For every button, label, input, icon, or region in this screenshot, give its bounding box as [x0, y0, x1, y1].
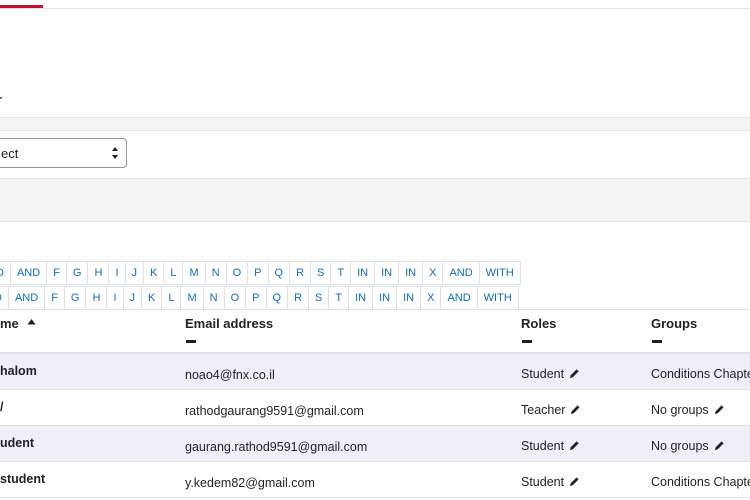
filter-band [0, 117, 750, 131]
tab-divider [0, 8, 750, 9]
initials-band [0, 178, 750, 222]
initial-filter-link[interactable]: AND [7, 286, 46, 310]
table-row: student y.kedem82@gmail.com Student Cond… [0, 462, 750, 498]
initial-filter-link[interactable]: K [143, 261, 165, 285]
table-row: udent gaurang.rathod9591@gmail.com Stude… [0, 426, 750, 462]
participant-groups: No groups [651, 439, 725, 453]
initial-filter-link[interactable]: F [46, 261, 67, 285]
table-row: halom noao4@fnx.co.il Student Conditions… [0, 354, 750, 390]
initial-filter-link[interactable]: P [245, 286, 267, 310]
participant-role: Student [521, 475, 580, 489]
select-arrows-icon [112, 147, 118, 159]
initial-filter-link[interactable]: IN [396, 286, 422, 310]
table-row: / rathodgaurang9591@gmail.com Teacher No… [0, 390, 750, 426]
initial-filter-link[interactable]: I [106, 286, 124, 310]
sort-none-icon[interactable] [652, 340, 662, 343]
initial-filter-link[interactable]: IN [372, 286, 398, 310]
header-groups[interactable]: Groups [651, 316, 697, 331]
header-name[interactable]: me [0, 316, 36, 331]
last-name-initials-bar: DANDFGHIJKLMNOPQRSTINININXANDWITH [0, 286, 519, 310]
initial-filter-link[interactable]: T [330, 261, 352, 285]
initial-filter-link[interactable]: M [182, 261, 206, 285]
initial-filter-link[interactable]: AND [440, 286, 478, 310]
participant-groups: No groups [651, 403, 725, 417]
initial-filter-link[interactable]: K [141, 286, 163, 310]
initial-filter-link[interactable]: T [328, 286, 350, 310]
pencil-icon[interactable] [569, 440, 580, 451]
pencil-icon[interactable] [714, 404, 725, 415]
initial-filter-link[interactable]: M [180, 286, 204, 310]
sort-none-icon[interactable] [522, 340, 532, 343]
initial-filter-link[interactable]: L [163, 261, 184, 285]
participant-email: gaurang.rathod9591@gmail.com [185, 440, 368, 454]
initial-filter-link[interactable]: H [87, 261, 110, 285]
filter-select[interactable]: ect [0, 138, 127, 168]
header-email[interactable]: Email address [185, 316, 273, 331]
sort-none-icon[interactable] [186, 340, 196, 343]
first-name-initials-bar: DANDFGHIJKLMNOPQRSTINININXANDWITH [0, 261, 521, 285]
initial-filter-link[interactable]: IN [350, 261, 376, 285]
participant-name[interactable]: / [0, 400, 3, 414]
filter-select-value: ect [1, 146, 19, 161]
initial-filter-link[interactable]: Q [265, 286, 289, 310]
initial-filter-link[interactable]: J [124, 261, 144, 285]
participant-email: y.kedem82@gmail.com [185, 476, 315, 490]
pencil-icon[interactable] [714, 440, 725, 451]
participant-name[interactable]: student [0, 472, 45, 486]
truncated-text-fragment [0, 97, 2, 99]
initial-filter-link[interactable]: H [85, 286, 108, 310]
participant-role: Student [521, 367, 580, 381]
initial-filter-link[interactable]: I [108, 261, 126, 285]
participant-name[interactable]: udent [0, 436, 34, 450]
header-roles[interactable]: Roles [521, 316, 556, 331]
initial-filter-link[interactable]: F [44, 286, 65, 310]
initial-filter-link[interactable]: P [247, 261, 269, 285]
participant-email: rathodgaurang9591@gmail.com [185, 404, 364, 418]
initial-filter-link[interactable]: G [65, 261, 89, 285]
initial-filter-link[interactable]: AND [9, 261, 48, 285]
participant-groups: Conditions Chapte [651, 367, 750, 381]
initial-filter-link[interactable]: IN [348, 286, 374, 310]
initial-filter-link[interactable]: IN [398, 261, 424, 285]
participant-name[interactable]: halom [0, 364, 37, 378]
initial-filter-link[interactable]: S [308, 286, 330, 310]
initial-filter-link[interactable]: O [225, 261, 249, 285]
initial-filter-link[interactable]: N [204, 261, 227, 285]
initial-filter-link[interactable]: AND [442, 261, 480, 285]
initial-filter-link[interactable]: L [161, 286, 182, 310]
initial-filter-link[interactable]: O [223, 286, 247, 310]
initial-filter-link[interactable]: X [422, 261, 444, 285]
pencil-icon[interactable] [569, 476, 580, 487]
initial-filter-link[interactable]: R [289, 261, 312, 285]
table-header: me Email address Roles Groups [0, 309, 750, 354]
sort-asc-icon [27, 319, 36, 325]
initial-filter-link[interactable]: WITH [476, 286, 519, 310]
participant-groups: Conditions Chapte [651, 475, 750, 489]
initial-filter-link[interactable]: R [287, 286, 310, 310]
initial-filter-link[interactable]: WITH [478, 261, 521, 285]
initial-filter-link[interactable]: G [63, 286, 87, 310]
initial-filter-link[interactable]: S [310, 261, 332, 285]
pencil-icon[interactable] [570, 404, 581, 415]
initial-filter-link[interactable]: J [122, 286, 142, 310]
pencil-icon[interactable] [569, 368, 580, 379]
participant-role: Student [521, 439, 580, 453]
participant-email: noao4@fnx.co.il [185, 368, 275, 382]
initial-filter-link[interactable]: IN [374, 261, 400, 285]
initial-filter-link[interactable]: X [420, 286, 442, 310]
initial-filter-link[interactable]: N [202, 286, 225, 310]
participant-role: Teacher [521, 403, 581, 417]
initial-filter-link[interactable]: Q [267, 261, 291, 285]
